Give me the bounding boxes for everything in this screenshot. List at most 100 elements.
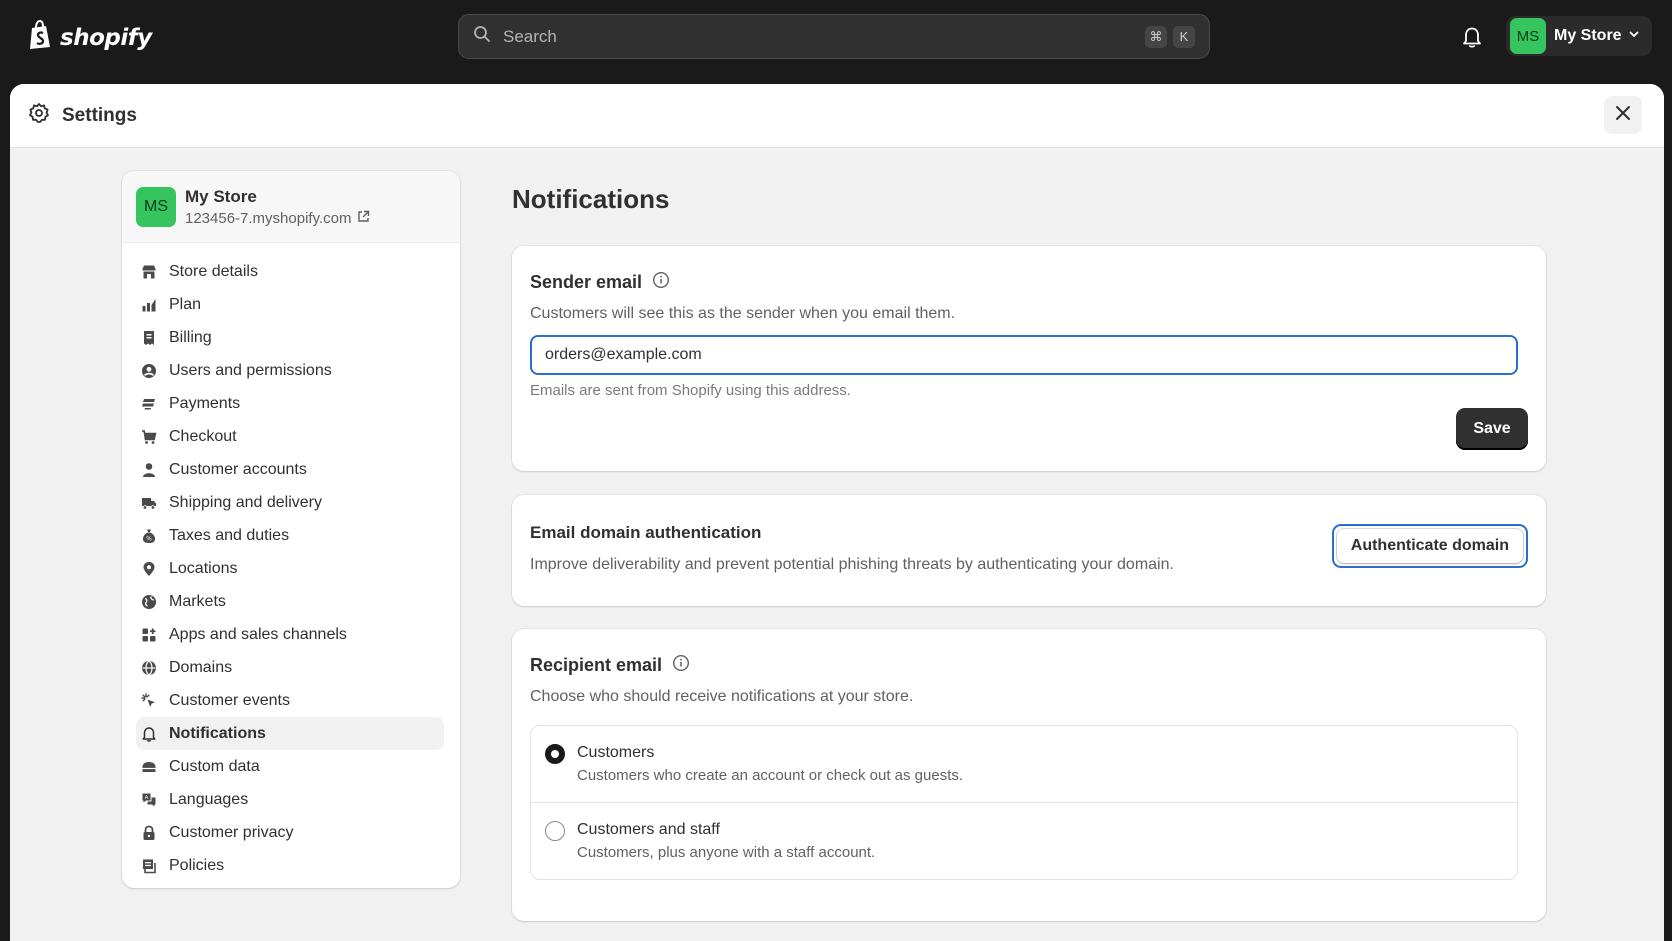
cursor-icon xyxy=(140,692,158,710)
search-bar[interactable]: Search ⌘ K xyxy=(458,14,1210,59)
apps-icon xyxy=(140,626,158,644)
sidebar-item-checkout[interactable]: Checkout xyxy=(136,420,444,453)
user-circle-icon xyxy=(140,362,158,380)
settings-sidebar: MS My Store 123456-7.myshopify.com Store… xyxy=(122,171,460,888)
sidebar-item-plan[interactable]: Plan xyxy=(136,288,444,321)
account-name: My Store xyxy=(1554,27,1622,44)
gear-icon xyxy=(28,102,50,129)
language-icon: A xyxy=(140,791,158,809)
sidebar-item-label: Notifications xyxy=(169,724,266,742)
sidebar-item-customer-accounts[interactable]: Customer accounts xyxy=(136,453,444,486)
modal-header: Settings xyxy=(10,84,1664,148)
recipient-email-heading-row: Recipient email xyxy=(530,654,690,677)
sidebar-item-label: Users and permissions xyxy=(169,361,332,379)
info-icon[interactable] xyxy=(672,654,690,677)
sidebar-item-label: Checkout xyxy=(169,427,237,445)
sender-email-card: Sender email Customers will see this as … xyxy=(512,246,1546,471)
store-icon xyxy=(140,263,158,281)
sidebar-item-label: Locations xyxy=(169,559,238,577)
save-button[interactable]: Save xyxy=(1456,408,1528,450)
external-link-icon[interactable] xyxy=(357,210,370,227)
store-name: My Store xyxy=(185,186,257,206)
globe-icon xyxy=(140,659,158,677)
close-icon xyxy=(1615,105,1631,126)
settings-modal: Settings MS My Store 123456-7.myshopify.… xyxy=(10,84,1664,941)
authenticate-domain-button[interactable]: Authenticate domain xyxy=(1331,524,1528,568)
sidebar-item-notifications[interactable]: Notifications xyxy=(136,717,444,750)
billing-icon xyxy=(140,329,158,347)
search-placeholder: Search xyxy=(503,26,557,46)
sidebar-item-label: Domains xyxy=(169,658,233,676)
shopify-bag-icon xyxy=(28,19,54,55)
sender-email-help-text: Emails are sent from Shopify using this … xyxy=(530,382,851,399)
sender-email-heading-row: Sender email xyxy=(530,271,670,294)
recipient-email-card: Recipient email Choose who should receiv… xyxy=(512,629,1546,921)
store-avatar: MS xyxy=(136,186,176,227)
store-card[interactable]: MS My Store 123456-7.myshopify.com xyxy=(122,171,460,243)
sender-email-description: Customers will see this as the sender wh… xyxy=(530,305,956,322)
store-domain-row: 123456-7.myshopify.com xyxy=(185,210,370,227)
sidebar-item-label: Taxes and duties xyxy=(169,526,290,544)
brand-wordmark: shopify xyxy=(60,24,152,51)
sidebar-item-users-and-permissions[interactable]: Users and permissions xyxy=(136,354,444,387)
sidebar-item-label: Markets xyxy=(169,592,226,610)
domain-auth-heading: Email domain authentication xyxy=(530,523,762,542)
shopify-logo[interactable]: shopify xyxy=(28,19,152,55)
payments-icon xyxy=(140,395,158,413)
location-icon xyxy=(140,560,158,578)
radio-option-label: Customers xyxy=(577,744,655,761)
sidebar-item-shipping-and-delivery[interactable]: Shipping and delivery xyxy=(136,486,444,519)
recipient-radio-group: Customers Customers who create an accoun… xyxy=(530,725,1518,880)
shortcut-key-cmd: ⌘ xyxy=(1145,25,1167,48)
recipient-email-description: Choose who should receive notifications … xyxy=(530,688,914,705)
sidebar-item-billing[interactable]: Billing xyxy=(136,321,444,354)
sidebar-item-taxes-and-duties[interactable]: % Taxes and duties xyxy=(136,519,444,552)
sender-email-input[interactable] xyxy=(530,335,1518,375)
sidebar-item-store-details[interactable]: Store details xyxy=(136,255,444,288)
shortcut-key-k: K xyxy=(1173,25,1195,48)
sidebar-item-label: Custom data xyxy=(169,757,260,775)
chevron-down-icon xyxy=(1628,27,1640,45)
sidebar-item-apps-and-sales-channels[interactable]: Apps and sales channels xyxy=(136,618,444,651)
sidebar-item-label: Apps and sales channels xyxy=(169,625,347,643)
close-button[interactable] xyxy=(1604,96,1642,134)
sidebar-item-locations[interactable]: Locations xyxy=(136,552,444,585)
notifications-bell-icon[interactable] xyxy=(1461,25,1483,54)
sidebar-item-policies[interactable]: Policies xyxy=(136,849,444,882)
sidebar-item-languages[interactable]: A Languages xyxy=(136,783,444,816)
tax-icon: % xyxy=(140,527,158,545)
sidebar-item-payments[interactable]: Payments xyxy=(136,387,444,420)
sidebar-item-custom-data[interactable]: Custom data xyxy=(136,750,444,783)
svg-text:A: A xyxy=(145,795,149,801)
recipient-email-heading: Recipient email xyxy=(530,655,663,675)
radio-option-customers[interactable]: Customers Customers who create an accoun… xyxy=(531,726,1517,802)
sidebar-item-customer-events[interactable]: Customer events xyxy=(136,684,444,717)
lock-icon xyxy=(140,824,158,842)
info-icon[interactable] xyxy=(652,271,670,294)
database-icon xyxy=(140,758,158,776)
search-icon xyxy=(473,25,491,48)
sidebar-item-label: Policies xyxy=(169,856,225,874)
globe-icon xyxy=(140,593,158,611)
avatar: MS xyxy=(1510,18,1546,54)
radio-option-customers-and-staff[interactable]: Customers and staff Customers, plus anyo… xyxy=(531,802,1517,879)
sidebar-item-markets[interactable]: Markets xyxy=(136,585,444,618)
sidebar-item-label: Billing xyxy=(169,328,212,346)
radio-option-description: Customers, plus anyone with a staff acco… xyxy=(577,844,876,861)
cart-icon xyxy=(140,428,158,446)
settings-nav: Store details Plan Billing Users and per… xyxy=(122,243,460,882)
sidebar-item-label: Payments xyxy=(169,394,241,412)
person-icon xyxy=(140,461,158,479)
sidebar-item-label: Shipping and delivery xyxy=(169,493,322,511)
radio-option-label: Customers and staff xyxy=(577,821,720,838)
modal-title: Settings xyxy=(62,104,137,126)
sidebar-item-customer-privacy[interactable]: Customer privacy xyxy=(136,816,444,849)
sidebar-item-label: Customer events xyxy=(169,691,290,709)
sidebar-item-domains[interactable]: Domains xyxy=(136,651,444,684)
radio-button-selected[interactable] xyxy=(545,744,565,764)
account-menu-button[interactable]: MS My Store xyxy=(1506,16,1652,56)
store-domain-link[interactable]: 123456-7.myshopify.com xyxy=(185,210,351,227)
truck-icon xyxy=(140,494,158,512)
radio-button[interactable] xyxy=(545,821,565,841)
top-bar: shopify Search ⌘ K MS My Store xyxy=(0,0,1672,74)
